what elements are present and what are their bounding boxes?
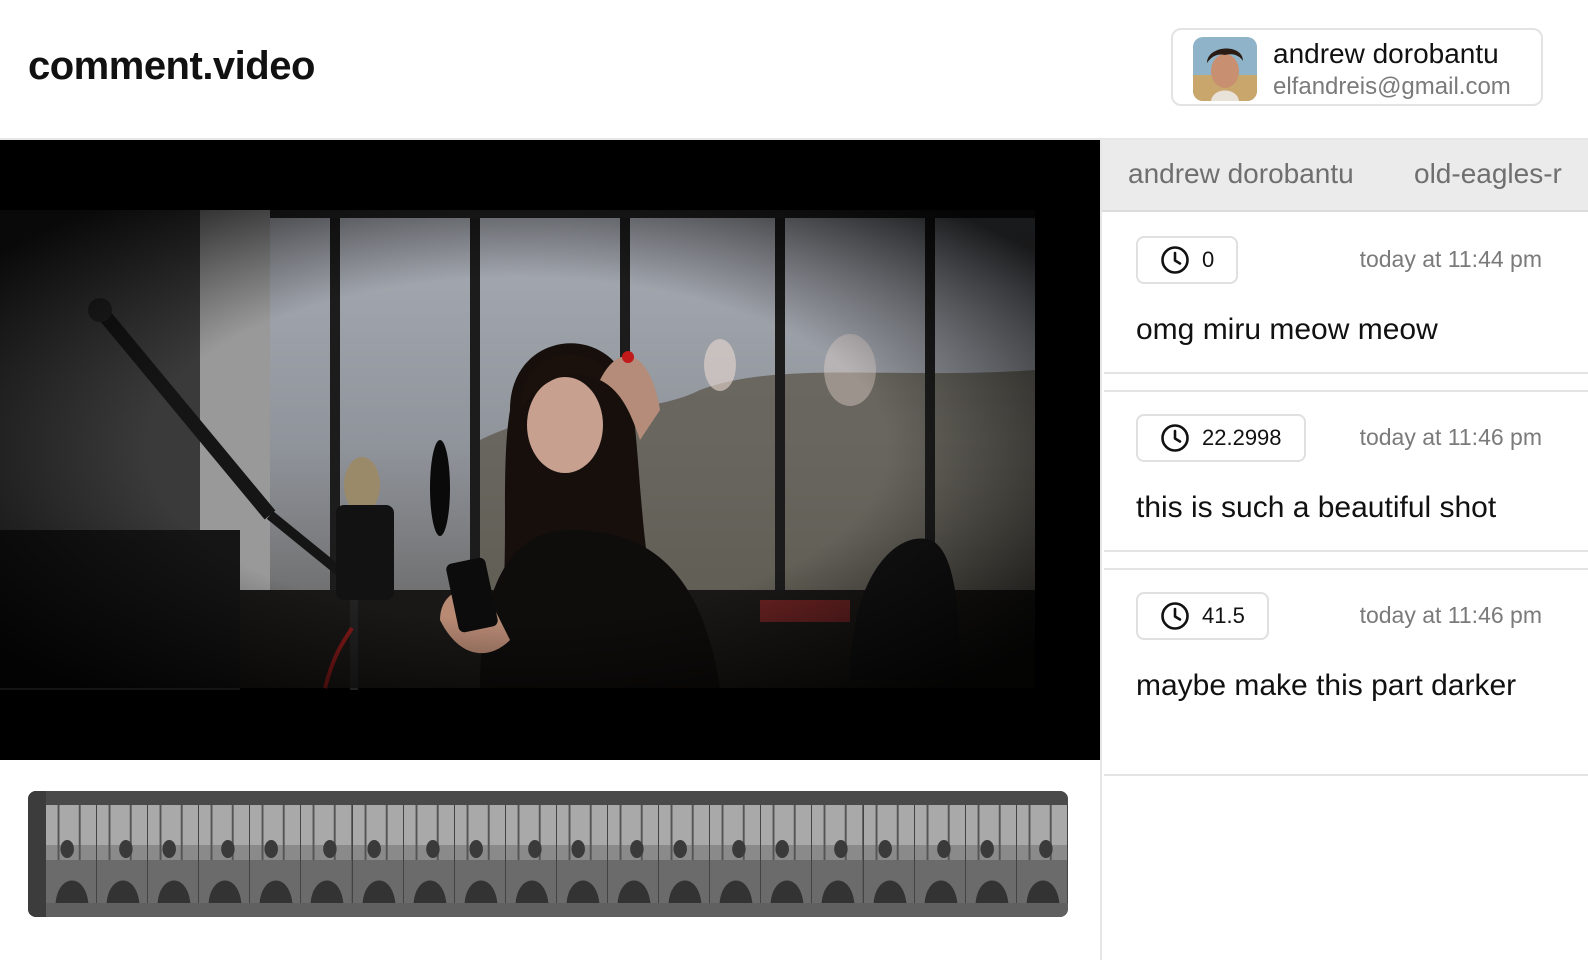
timeline-frame [659,805,711,903]
timeline-track [28,791,1068,805]
sidebar-tabs: andrew dorobantu old-eagles-r [1102,140,1588,212]
timeline-frame [761,805,813,903]
timeline-frame [965,805,1017,903]
comment-time-button[interactable]: 22.2998 [1136,414,1306,462]
comment-text: maybe make this part darker [1136,669,1517,702]
timeline-scrubber[interactable] [28,791,1068,917]
clock-icon [1161,424,1189,452]
timeline-frame [556,805,609,903]
comment-text: omg miru meow meow [1136,313,1438,346]
comment-item[interactable]: 22.2998 today at 11:46 pm this is such a… [1104,390,1588,552]
comment-timestamp: today at 11:44 pm [1359,246,1542,272]
timeline-frame [301,805,353,903]
comment-time-button[interactable]: 41.5 [1136,592,1269,640]
user-email: elfandreis@gmail.com [1273,73,1511,100]
timeline-frame [454,805,506,903]
timeline-frame [914,805,966,903]
timeline-frame [710,805,762,903]
comment-time-button[interactable]: 0 [1136,236,1239,284]
timeline-frame [148,805,200,903]
comment-time: 41.5 [1202,603,1245,628]
timeline-frame [97,805,149,903]
timeline-frame [863,805,915,903]
timeline-frame [46,805,98,903]
app-header: comment.video andrew dorobantu elfandrei… [0,0,1588,140]
timeline-frames [46,805,1068,903]
comment-item[interactable]: 0 today at 11:44 pm omg miru meow meow [1104,214,1588,374]
app-logo[interactable]: comment.video [28,44,315,89]
timeline-frame [352,805,404,903]
video-player[interactable] [0,140,1100,760]
comment-timestamp: today at 11:46 pm [1359,424,1542,450]
timeline-frame [403,805,455,903]
comments-sidebar: andrew dorobantu old-eagles-r 0 today at… [1100,140,1588,960]
clock-icon [1161,246,1189,274]
user-name: andrew dorobantu [1273,38,1499,69]
video-frame [0,210,1035,690]
comment-item[interactable]: 41.5 today at 11:46 pm maybe make this p… [1104,568,1588,776]
comment-time: 0 [1202,247,1215,272]
timeline-frame [1016,805,1068,903]
tab-user[interactable]: andrew dorobantu [1128,158,1354,190]
comment-text: this is such a beautiful shot [1136,491,1497,524]
timeline-frame [608,805,660,903]
comment-timestamp: today at 11:46 pm [1359,602,1542,628]
timeline-playhead[interactable] [28,791,46,917]
user-card[interactable]: andrew dorobantu elfandreis@gmail.com [1171,28,1543,106]
timeline-frame [199,805,251,903]
clock-icon [1161,602,1189,630]
timeline-frame [812,805,864,903]
avatar [1193,37,1257,101]
timeline-frame [505,805,557,903]
comment-time: 22.2998 [1202,425,1282,450]
tab-video[interactable]: old-eagles-r [1414,158,1562,190]
timeline-frame [250,805,302,903]
timeline-track-bottom [28,903,1068,917]
